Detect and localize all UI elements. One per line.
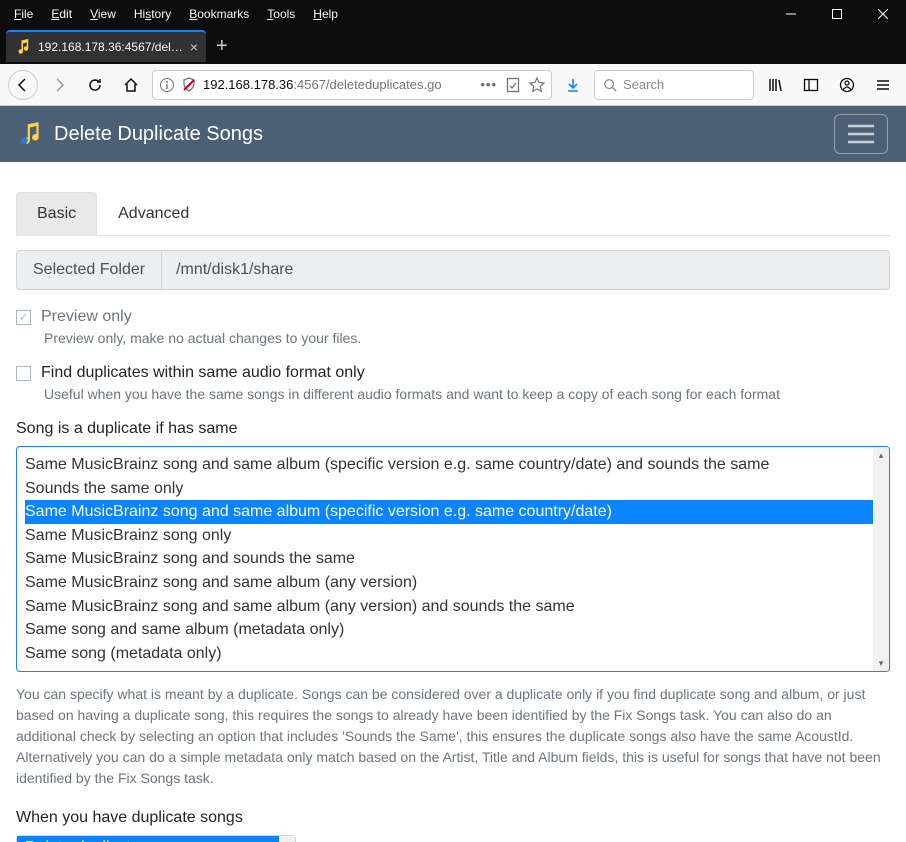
menu-bookmarks[interactable]: Bookmarks	[181, 3, 257, 25]
browser-tabstrip: 192.168.178.36:4567/deletedupl... × +	[0, 28, 906, 64]
same-format-option: Find duplicates within same audio format…	[16, 364, 890, 402]
selected-folder-row: Selected Folder /mnt/disk1/share	[16, 250, 890, 290]
navbar-toggle-button[interactable]	[834, 114, 888, 154]
preview-only-checkbox[interactable]: ✓	[16, 310, 31, 325]
new-tab-button[interactable]: +	[216, 35, 228, 58]
page-title: Delete Duplicate Songs	[54, 123, 263, 146]
downloads-button[interactable]	[558, 70, 588, 100]
duplicate-option[interactable]: Same song (metadata only)	[25, 642, 881, 666]
brand-music-icon	[18, 121, 44, 147]
app-menu-button[interactable]	[868, 70, 898, 100]
close-tab-icon[interactable]: ×	[190, 39, 198, 55]
window-titlebar: File Edit View History Bookmarks Tools H…	[0, 0, 906, 28]
browser-toolbar: 192.168.178.36:4567/deleteduplicates.go …	[0, 64, 906, 106]
same-format-help: Useful when you have the same songs in d…	[44, 386, 890, 402]
duplicate-option[interactable]: Sounds the same only	[25, 477, 881, 501]
menu-edit[interactable]: Edit	[43, 3, 80, 25]
tab-basic[interactable]: Basic	[16, 192, 97, 236]
action-option[interactable]: Delete duplicate	[17, 836, 295, 842]
scroll-up-arrow[interactable]: ▴	[873, 447, 889, 463]
search-placeholder: Search	[623, 77, 664, 92]
close-button[interactable]	[860, 0, 906, 28]
shield-disabled-icon[interactable]	[181, 77, 197, 93]
duplicate-option[interactable]: Same song and same album (metadata only)	[25, 618, 881, 642]
search-bar[interactable]: Search	[594, 70, 754, 100]
preview-only-label: Preview only	[41, 308, 132, 326]
info-icon[interactable]	[159, 77, 175, 93]
browser-tab-title: 192.168.178.36:4567/deletedupl...	[38, 40, 184, 54]
menu-tools[interactable]: Tools	[259, 3, 303, 25]
reader-icon[interactable]	[505, 77, 521, 93]
duplicate-option[interactable]: Same MusicBrainz song and same album (an…	[25, 595, 881, 619]
same-format-checkbox[interactable]	[16, 366, 31, 381]
bookmark-star-icon[interactable]	[529, 77, 545, 93]
listbox-scrollbar[interactable]: ▴ ▾	[873, 447, 889, 671]
page-actions-icon[interactable]: •••	[480, 77, 497, 92]
duplicate-criteria-listbox[interactable]: Same MusicBrainz song and same album (sp…	[16, 446, 890, 672]
menu-view[interactable]: View	[82, 3, 124, 25]
duplicate-action-listbox[interactable]: Delete duplicateMove duplicate to Duplic…	[16, 835, 296, 842]
minimize-button[interactable]	[768, 0, 814, 28]
url-text: 192.168.178.36:4567/deleteduplicates.go	[203, 77, 442, 92]
sidebar-button[interactable]	[796, 70, 826, 100]
action-scrollbar[interactable]: ▴ ▾	[279, 836, 295, 842]
favicon-music-icon	[14, 38, 32, 56]
menu-help[interactable]: Help	[305, 3, 346, 25]
scroll-down-arrow[interactable]: ▾	[873, 655, 889, 671]
duplicate-option[interactable]: Same MusicBrainz song and sounds the sam…	[25, 547, 881, 571]
search-icon	[603, 78, 617, 92]
duplicate-criteria-description: You can specify what is meant by a dupli…	[16, 684, 890, 789]
tab-advanced[interactable]: Advanced	[97, 192, 210, 235]
brand[interactable]: Delete Duplicate Songs	[18, 121, 263, 147]
window-controls	[768, 0, 906, 28]
preview-only-help: Preview only, make no actual changes to …	[44, 330, 890, 346]
duplicate-criteria-label: Song is a duplicate if has same	[16, 420, 890, 438]
page-viewport[interactable]: Delete Duplicate Songs Basic Advanced Se…	[0, 106, 906, 842]
home-button[interactable]	[116, 70, 146, 100]
library-button[interactable]	[760, 70, 790, 100]
reload-button[interactable]	[80, 70, 110, 100]
same-format-label: Find duplicates within same audio format…	[41, 364, 365, 382]
maximize-button[interactable]	[814, 0, 860, 28]
page-navbar: Delete Duplicate Songs	[0, 106, 906, 162]
duplicate-option[interactable]: Same MusicBrainz song and same album (sp…	[25, 500, 881, 524]
forward-button[interactable]	[44, 70, 74, 100]
selected-folder-value: /mnt/disk1/share	[161, 250, 890, 290]
hamburger-icon	[848, 124, 874, 144]
duplicate-action-label: When you have duplicate songs	[16, 809, 890, 827]
preview-only-option: ✓ Preview only Preview only, make no act…	[16, 308, 890, 346]
menubar[interactable]: File Edit View History Bookmarks Tools H…	[0, 3, 346, 25]
browser-tab[interactable]: 192.168.178.36:4567/deletedupl... ×	[6, 30, 206, 62]
menu-history[interactable]: History	[126, 3, 179, 25]
scroll-up-arrow[interactable]: ▴	[279, 836, 295, 842]
url-bar[interactable]: 192.168.178.36:4567/deleteduplicates.go …	[152, 70, 552, 100]
duplicate-option[interactable]: Same MusicBrainz song only	[25, 524, 881, 548]
menu-file[interactable]: File	[6, 3, 41, 25]
duplicate-option[interactable]: Same MusicBrainz song and same album (sp…	[25, 453, 881, 477]
back-button[interactable]	[8, 70, 38, 100]
duplicate-option[interactable]: Same MusicBrainz song and same album (an…	[25, 571, 881, 595]
selected-folder-label: Selected Folder	[16, 250, 161, 290]
account-button[interactable]	[832, 70, 862, 100]
settings-tabs: Basic Advanced	[16, 192, 890, 236]
